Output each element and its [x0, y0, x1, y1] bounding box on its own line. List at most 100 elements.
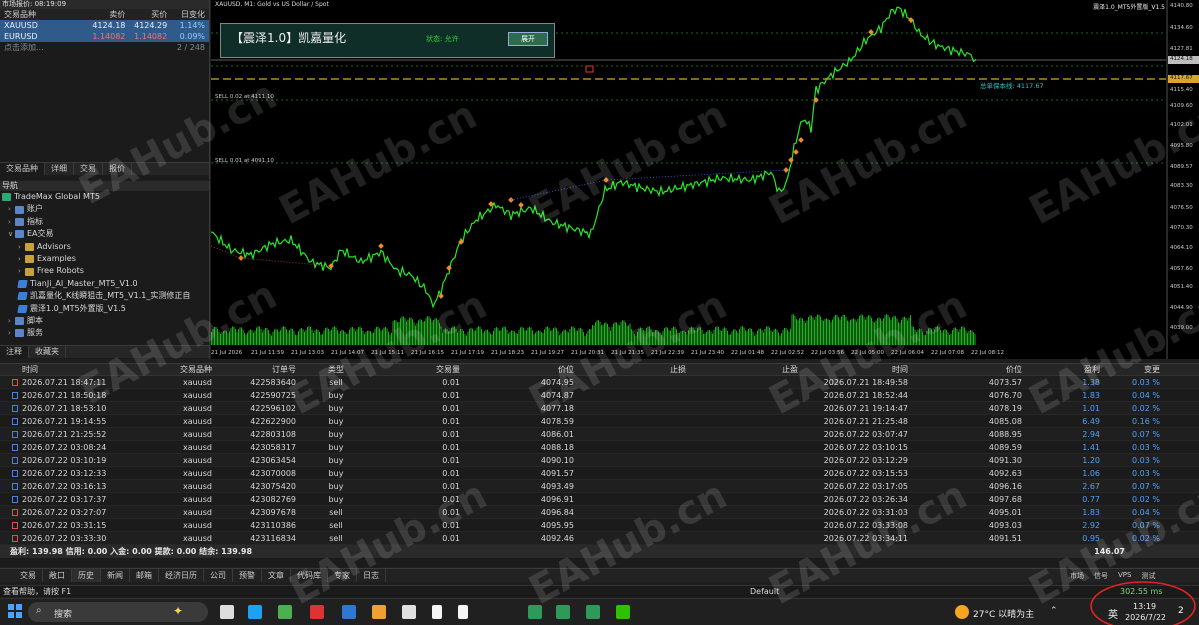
col-symbol[interactable]: 交易品种	[4, 9, 84, 20]
weather-text[interactable]: 27°C 以晴为主	[973, 607, 1034, 620]
volume-bar	[338, 333, 340, 345]
table-row[interactable]: 2026.07.21 18:53:10 xauusd 422596102 buy 0.0…	[0, 402, 1199, 415]
tab-details[interactable]: 详细	[45, 163, 74, 175]
trade-marker[interactable]	[788, 157, 794, 163]
volume-bar	[532, 330, 533, 345]
table-row[interactable]: 2026.07.22 03:10:19 xauusd 423063454 buy 0.0…	[0, 454, 1199, 467]
trade-marker[interactable]	[783, 167, 789, 173]
price-tick-label: 4124.18	[1170, 56, 1193, 62]
chevron-right-icon[interactable]: ›	[8, 216, 15, 228]
chevron-right-icon[interactable]: ›	[8, 315, 15, 327]
symbol-row[interactable]: XAUUSD 4124.18 4124.29 1.14%	[0, 20, 209, 31]
volume-bar	[251, 330, 253, 345]
col-change[interactable]: 日变化	[167, 9, 205, 20]
navigator-item[interactable]: › Free Robots	[0, 265, 209, 277]
trade-marker[interactable]	[518, 202, 524, 208]
table-row[interactable]: 2026.07.21 21:25:52 xauusd 422803108 buy 0.0…	[0, 428, 1199, 441]
chevron-right-icon[interactable]: ›	[8, 203, 15, 215]
col-bid[interactable]: 卖价	[84, 9, 125, 20]
cell-symbol: xauusd	[182, 456, 212, 465]
navigator-item[interactable]: ∨ EA交易	[0, 228, 209, 240]
mt5-icon[interactable]	[556, 605, 570, 619]
mail-icon[interactable]	[342, 605, 356, 619]
volume-bar	[575, 330, 577, 345]
table-row[interactable]: 2026.07.22 03:31:15 xauusd 423110386 sell 0.…	[0, 519, 1199, 532]
volume-bar	[274, 329, 275, 345]
tab-common[interactable]: 注释	[0, 346, 29, 358]
cell-change: 0.02 %	[1132, 495, 1160, 504]
expand-button[interactable]: 展开	[508, 32, 548, 46]
cell-symbol: xauusd	[182, 521, 212, 530]
volume-bar	[286, 329, 287, 345]
volume-bar	[253, 332, 254, 345]
trade-marker[interactable]	[446, 265, 452, 271]
tab-economic-calendar[interactable]: 经济日历	[159, 569, 204, 582]
tab-history[interactable]: 历史	[72, 569, 101, 582]
col-ask[interactable]: 买价	[125, 9, 167, 20]
tab-company[interactable]: 公司	[204, 569, 233, 582]
table-row[interactable]: 2026.07.22 03:17:37 xauusd 423082769 buy 0.0…	[0, 493, 1199, 506]
task-view-icon[interactable]	[220, 605, 234, 619]
cell-open-price: 4091.57	[540, 469, 574, 478]
settings-icon[interactable]	[402, 605, 416, 619]
mt5-icon[interactable]	[586, 605, 600, 619]
navigator-item[interactable]: 震泽1.0_MT5外置版_V1.5	[0, 303, 209, 315]
navigator-item[interactable]: › Advisors	[0, 241, 209, 253]
taskbar-search[interactable]: ⌕ 搜索 ✦	[28, 602, 208, 622]
buy-icon	[12, 470, 18, 477]
volume-bar	[811, 315, 812, 345]
tab-trade[interactable]: 交易	[14, 569, 43, 582]
navigator-item[interactable]: › 指标	[0, 216, 209, 228]
volume-bar	[749, 328, 751, 345]
document-icon[interactable]	[458, 605, 468, 619]
col-close-price[interactable]: 价位	[908, 364, 1022, 375]
chevron-right-icon[interactable]: ›	[18, 265, 25, 277]
document-icon[interactable]	[432, 605, 442, 619]
object-marker	[585, 65, 594, 73]
navigator-item[interactable]: TianJi_AI_Master_MT5_V1.0	[0, 278, 209, 290]
tab-mailbox[interactable]: 邮箱	[130, 569, 159, 582]
edge-icon[interactable]	[248, 605, 262, 619]
cell-close-price: 4085.08	[988, 417, 1022, 426]
tab-alerts[interactable]: 预警	[233, 569, 262, 582]
navigator-item[interactable]: 凯嘉量化_K线瞬狙击_MT5_V1.1_实测修正自	[0, 290, 209, 302]
tab-news[interactable]: 新闻	[101, 569, 130, 582]
chevron-right-icon[interactable]: ∨	[8, 228, 15, 240]
volume-bar	[727, 330, 728, 345]
store-icon[interactable]	[372, 605, 386, 619]
volume-bar	[776, 329, 778, 345]
cell-volume: 0.01	[442, 404, 460, 413]
trade-marker[interactable]	[798, 137, 804, 143]
table-row[interactable]: 2026.07.22 03:27:07 xauusd 423097678 sell 0.…	[0, 506, 1199, 519]
cell-volume: 0.01	[442, 469, 460, 478]
trade-marker[interactable]	[793, 149, 799, 155]
tab-exposure[interactable]: 敞口	[43, 569, 72, 582]
symbol-row[interactable]: EURUSD 1.14082 1.14082 0.09%	[0, 31, 209, 42]
chrome-icon[interactable]	[278, 605, 292, 619]
windows-start-icon[interactable]	[8, 604, 22, 618]
navigator-item[interactable]: › Examples	[0, 253, 209, 265]
navigator-item-label: 服务	[27, 328, 43, 338]
table-row[interactable]: 2026.07.22 03:08:24 xauusd 423058317 buy 0.0…	[0, 441, 1199, 454]
volume-bar	[565, 329, 566, 345]
volume-bar	[752, 331, 754, 345]
tab-symbols[interactable]: 交易品种	[0, 163, 45, 175]
volume-bar	[818, 314, 820, 345]
chevron-right-icon[interactable]: ›	[18, 241, 25, 253]
trade-marker[interactable]	[238, 255, 244, 261]
chevron-right-icon[interactable]: ›	[18, 253, 25, 265]
bid-price: 1.14082	[92, 32, 126, 41]
col-ticket[interactable]: 订单号	[212, 364, 296, 375]
cell-open-price: 4088.18	[540, 443, 574, 452]
chevron-right-icon[interactable]: ›	[8, 327, 15, 339]
table-row[interactable]: 2026.07.22 03:16:13 xauusd 423075420 buy 0.0…	[0, 480, 1199, 493]
wechat-icon[interactable]	[616, 605, 630, 619]
table-row[interactable]: 2026.07.21 19:14:55 xauusd 422622900 buy 0.0…	[0, 415, 1199, 428]
tab-favorites[interactable]: 收藏夹	[29, 346, 66, 358]
table-row[interactable]: 2026.07.22 03:12:33 xauusd 423070008 buy 0.0…	[0, 467, 1199, 480]
time-tick-label: 22 Jul 01:48	[731, 350, 764, 356]
add-symbol-row[interactable]: 点击添加... 2 / 248	[0, 42, 209, 53]
trade-marker[interactable]	[378, 243, 384, 249]
volume-bar	[265, 327, 266, 345]
volume-bar	[301, 328, 302, 345]
